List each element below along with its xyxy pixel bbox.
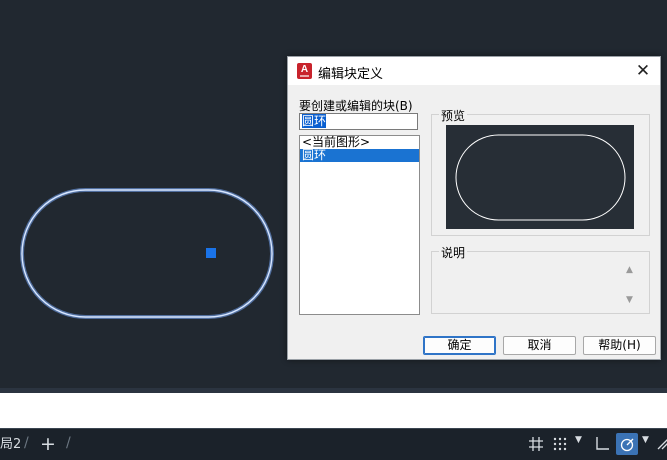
- grip-point: [206, 248, 216, 258]
- description-label: 说明: [439, 244, 468, 261]
- block-name-label: 要创建或编辑的块(B): [299, 99, 413, 113]
- dialog-title: 编辑块定义: [318, 67, 384, 82]
- polar-tracking-icon[interactable]: [616, 433, 638, 455]
- dialog-titlebar[interactable]: A 编辑块定义 ✕: [288, 57, 660, 85]
- preview-slot-shape: [455, 134, 626, 221]
- tab-separator: /: [24, 435, 29, 451]
- edit-block-dialog: A 编辑块定义 ✕ 要创建或编辑的块(B) 圆环 <当前图形> 圆环 预览 说明…: [287, 56, 661, 360]
- scroll-up-icon[interactable]: ▲: [626, 265, 633, 275]
- command-line[interactable]: [0, 388, 667, 428]
- snap-dots-icon[interactable]: [549, 433, 571, 455]
- chevron-down-icon[interactable]: ▼: [575, 435, 582, 445]
- block-preview: [446, 125, 634, 229]
- block-list[interactable]: <当前图形> 圆环: [299, 135, 420, 315]
- status-bar: 局2 / + / ▼ ▼: [0, 428, 667, 460]
- ortho-icon[interactable]: [591, 433, 613, 455]
- slot-shape-glow: [20, 188, 274, 319]
- isodraft-icon[interactable]: [652, 433, 667, 455]
- cancel-button[interactable]: 取消: [503, 336, 576, 355]
- ok-button[interactable]: 确定: [423, 336, 496, 355]
- app-logo-icon: A: [297, 63, 312, 79]
- grid-icon[interactable]: [525, 433, 547, 455]
- block-name-input[interactable]: 圆环: [299, 113, 418, 130]
- list-item[interactable]: 圆环: [300, 149, 419, 162]
- layout-tab[interactable]: 局2: [0, 435, 21, 455]
- plus-icon[interactable]: +: [37, 433, 59, 455]
- help-button[interactable]: 帮助(H): [583, 336, 656, 355]
- close-icon[interactable]: ✕: [632, 60, 654, 82]
- chevron-down-icon[interactable]: ▼: [642, 435, 649, 445]
- slot-shape: [21, 189, 273, 318]
- tab-separator: /: [66, 435, 71, 451]
- scroll-down-icon[interactable]: ▼: [626, 295, 633, 305]
- preview-label: 预览: [439, 107, 468, 124]
